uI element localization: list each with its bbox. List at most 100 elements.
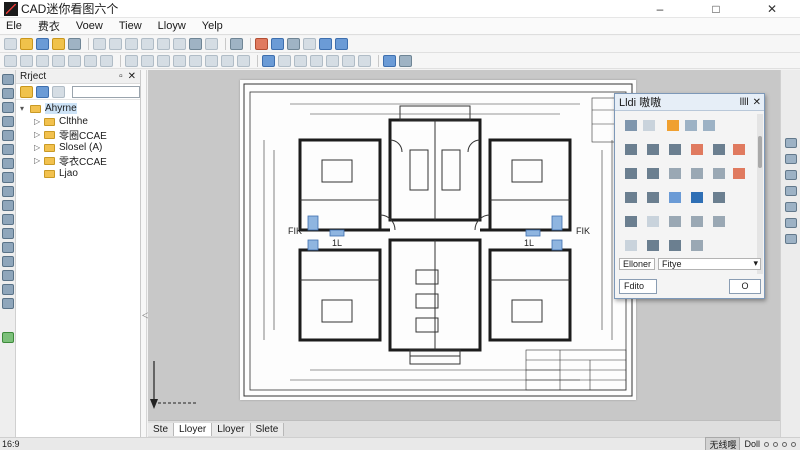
cut-icon[interactable] [93, 38, 106, 50]
tab-sheet[interactable]: Ste [148, 422, 175, 436]
table-icon[interactable] [669, 168, 681, 179]
leader-icon[interactable] [669, 240, 681, 251]
tree-item-root[interactable]: ▾ Ahyrne [16, 102, 140, 115]
arc-icon[interactable] [625, 216, 637, 227]
circle-tool-icon[interactable] [2, 158, 14, 169]
frame-icon[interactable] [685, 120, 697, 131]
search-panel-icon[interactable] [785, 218, 797, 228]
rectangle-tool-icon[interactable] [2, 172, 14, 183]
area-tool-icon[interactable] [2, 228, 14, 239]
palette-select[interactable]: Fitye [658, 257, 761, 270]
circle-icon[interactable] [52, 54, 65, 67]
flag-icon[interactable] [667, 120, 679, 131]
ellipse-icon[interactable] [669, 192, 681, 203]
arc-icon[interactable] [68, 54, 81, 67]
status-dot-icon[interactable] [791, 441, 796, 447]
grid-icon[interactable] [691, 168, 703, 179]
expand-icon[interactable]: ▷ [34, 130, 44, 139]
rectangle-icon[interactable] [84, 54, 97, 67]
dimension-icon[interactable] [625, 192, 637, 203]
region-icon[interactable] [733, 168, 745, 179]
find-icon[interactable] [262, 54, 275, 67]
close-button[interactable]: ✕ [744, 0, 800, 18]
mirror-icon[interactable] [189, 54, 202, 67]
minimize-button[interactable]: – [632, 0, 688, 18]
polyline-icon[interactable] [647, 144, 659, 155]
status-dot-icon[interactable] [782, 441, 787, 447]
menu-help[interactable]: Yelp [196, 20, 233, 32]
maximize-button[interactable]: □ [688, 0, 744, 18]
tree-item[interactable]: ▷ 零衣CCAE [16, 154, 140, 168]
block-panel-icon[interactable] [785, 170, 797, 180]
ray-icon[interactable] [713, 144, 725, 155]
export-panel-icon[interactable] [785, 234, 797, 244]
status-dot-icon[interactable] [764, 441, 769, 447]
tab-slete[interactable]: Slete [250, 422, 285, 436]
arc-tool-icon[interactable] [2, 130, 14, 141]
pan-tool-icon[interactable] [2, 88, 14, 99]
folder-icon[interactable] [20, 85, 33, 98]
expand-icon[interactable]: ▷ [34, 156, 44, 165]
dots-icon[interactable] [625, 240, 637, 251]
multiply-icon[interactable] [647, 216, 659, 227]
offset-icon[interactable] [125, 54, 138, 67]
copy-tool-icon[interactable] [2, 284, 14, 295]
dimension-icon[interactable] [278, 54, 291, 67]
node-icon[interactable] [691, 216, 703, 227]
fillet-icon[interactable] [173, 54, 186, 67]
measure-panel-icon[interactable] [785, 186, 797, 196]
palette-settings-button[interactable]: O [729, 278, 761, 294]
paste-icon[interactable] [125, 38, 138, 50]
layer-panel-icon[interactable] [785, 154, 797, 164]
text-icon[interactable] [205, 38, 218, 50]
leader-icon[interactable] [294, 54, 307, 67]
spline-icon[interactable] [669, 144, 681, 155]
block-icon[interactable] [310, 54, 323, 67]
copy-icon[interactable] [109, 38, 122, 50]
insert-icon[interactable] [326, 54, 339, 67]
marker-icon[interactable] [647, 192, 659, 203]
pin-icon[interactable]: ▫ [119, 71, 123, 82]
tab-layer[interactable]: Lloyer [174, 422, 213, 436]
tree-item[interactable]: Ljao [16, 167, 140, 180]
panel-splitter[interactable]: ◁ [141, 70, 150, 437]
refresh-icon[interactable] [36, 85, 49, 98]
hatch-tool-icon[interactable] [2, 242, 14, 253]
select-icon[interactable] [4, 54, 17, 67]
paint-icon[interactable] [691, 240, 703, 251]
close-icon[interactable]: ✕ [128, 71, 136, 82]
stretch-icon[interactable] [237, 54, 250, 67]
tool-palette-window[interactable]: Lldi 嗷嗷 llll ✕ Elloner Fitye ▾ Fdito O [614, 93, 765, 299]
line-tool-icon[interactable] [2, 116, 14, 127]
palette-tab[interactable]: Elloner [619, 257, 656, 270]
text-tool-icon[interactable] [2, 186, 14, 197]
measure-icon[interactable] [189, 38, 202, 50]
tab-layer-2[interactable]: Lloyer [212, 422, 251, 436]
expand-icon[interactable]: ▷ [34, 143, 44, 152]
print-icon[interactable] [68, 38, 81, 50]
undo-icon[interactable] [141, 38, 154, 50]
crosshair-icon[interactable] [669, 216, 681, 227]
scale-icon[interactable] [221, 54, 234, 67]
save-icon[interactable] [36, 38, 49, 50]
array-icon[interactable] [205, 54, 218, 67]
polyline-tool-icon[interactable] [2, 144, 14, 155]
palette-edit-button[interactable]: Fdito [619, 278, 657, 294]
line-icon[interactable] [625, 144, 637, 155]
move-tool-icon[interactable] [2, 298, 14, 309]
line-icon[interactable] [20, 54, 33, 67]
status-chip[interactable]: 无线嘤 [705, 436, 741, 450]
print-preview-icon[interactable] [230, 38, 243, 50]
menu-view[interactable]: Voew [70, 20, 113, 32]
menu-file[interactable]: Ele [0, 20, 32, 32]
cloud-tool-icon[interactable] [2, 256, 14, 267]
expand-icon[interactable]: ▷ [34, 117, 44, 126]
redo-icon[interactable] [157, 38, 170, 50]
edit-icon[interactable] [733, 144, 745, 155]
zoom-icon[interactable] [319, 38, 332, 50]
layer-tool-icon[interactable] [2, 332, 14, 343]
close-icon[interactable]: ✕ [753, 97, 761, 108]
sort-icon[interactable] [52, 85, 65, 98]
palette-header[interactable]: Lldi 嗷嗷 llll ✕ [615, 94, 764, 111]
collapse-icon[interactable]: ▾ [20, 104, 30, 113]
